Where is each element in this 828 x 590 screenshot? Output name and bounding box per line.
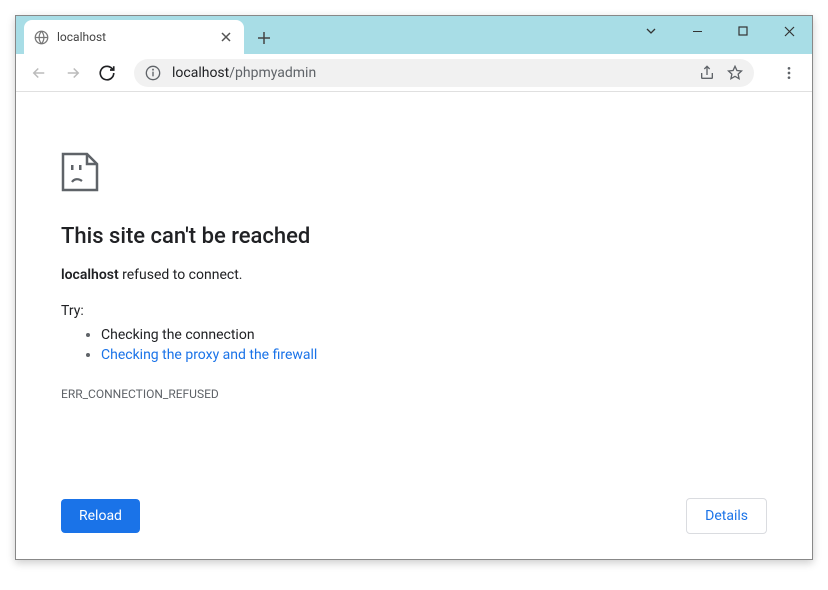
new-tab-button[interactable] bbox=[250, 24, 278, 52]
list-item: Checking the connection bbox=[101, 327, 767, 343]
window-controls bbox=[628, 16, 812, 46]
address-bar[interactable]: localhost/phpmyadmin bbox=[134, 59, 754, 87]
list-item: Checking the proxy and the firewall bbox=[101, 347, 767, 363]
chevron-down-icon[interactable] bbox=[628, 16, 674, 46]
url-text: localhost/phpmyadmin bbox=[172, 65, 688, 81]
error-code: ERR_CONNECTION_REFUSED bbox=[61, 387, 767, 401]
try-label: Try: bbox=[61, 303, 767, 319]
maximize-button[interactable] bbox=[720, 16, 766, 46]
close-tab-icon[interactable] bbox=[218, 29, 234, 45]
page-title: This site can't be reached bbox=[61, 224, 767, 249]
reload-button[interactable]: Reload bbox=[61, 499, 140, 533]
reload-icon[interactable] bbox=[92, 58, 122, 88]
close-window-button[interactable] bbox=[766, 16, 812, 46]
proxy-firewall-link[interactable]: Checking the proxy and the firewall bbox=[101, 347, 317, 363]
browser-window: localhost bbox=[15, 15, 813, 560]
tab-title: localhost bbox=[57, 30, 210, 44]
url-path: /phpmyadmin bbox=[229, 65, 316, 81]
error-page-content: This site can't be reached localhost ref… bbox=[16, 92, 812, 559]
suggestion-list: Checking the connection Checking the pro… bbox=[101, 327, 767, 363]
error-message: localhost refused to connect. bbox=[61, 267, 767, 283]
error-suffix: refused to connect. bbox=[119, 267, 243, 283]
browser-tab[interactable]: localhost bbox=[24, 20, 244, 54]
forward-button[interactable] bbox=[58, 58, 88, 88]
back-button[interactable] bbox=[24, 58, 54, 88]
share-icon[interactable] bbox=[698, 64, 716, 82]
minimize-button[interactable] bbox=[674, 16, 720, 46]
sad-page-icon bbox=[61, 152, 767, 196]
bookmark-icon[interactable] bbox=[726, 64, 744, 82]
button-row: Reload Details bbox=[61, 498, 767, 534]
site-info-icon[interactable] bbox=[144, 64, 162, 82]
error-host: localhost bbox=[61, 267, 119, 283]
titlebar: localhost bbox=[16, 16, 812, 54]
toolbar: localhost/phpmyadmin bbox=[16, 54, 812, 92]
details-button[interactable]: Details bbox=[686, 498, 767, 534]
menu-button[interactable] bbox=[774, 58, 804, 88]
url-host: localhost bbox=[172, 65, 229, 81]
globe-icon bbox=[34, 30, 49, 45]
suggestion-text: Checking the connection bbox=[101, 327, 255, 343]
